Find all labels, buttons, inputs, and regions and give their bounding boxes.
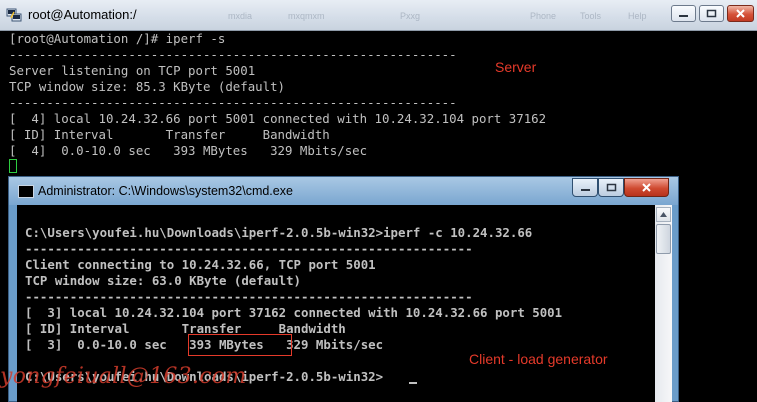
cmd-close-button[interactable] [624,178,669,197]
ghost-menu-item: Tools [580,11,602,21]
cmd-titlebar[interactable]: Administrator: C:\Windows\system32\cmd.e… [9,177,678,205]
maximize-button[interactable] [699,5,724,22]
close-button[interactable] [727,5,754,22]
putty-titlebar[interactable]: root@Automation:/ mxdia mxqmxm Pxxg Phon… [0,0,757,31]
scroll-up-button[interactable] [656,207,671,222]
cmd-minimize-button[interactable] [572,178,598,197]
terminal-cursor [9,159,17,173]
terminal-line: ----------------------------------------… [9,47,457,62]
ghost-menu-item: mxqmxm [288,11,325,21]
terminal-line: TCP window size: 85.3 KByte (default) [9,79,286,94]
console-line: ----------------------------------------… [25,289,473,304]
ghost-menu-item: mxdia [228,11,253,21]
terminal-line: [ ID] Interval Transfer Bandwidth [9,127,330,142]
console-line: C:\Users\youfei.hu\Downloads\iperf-2.0.5… [25,225,533,240]
ghost-menu-item: Pxxg [400,11,421,21]
maximize-icon [606,183,616,192]
scroll-thumb[interactable] [656,224,671,254]
cmd-icon [18,185,34,198]
close-icon [642,183,651,192]
ghost-menu-item: Phone [530,11,557,21]
terminal-line: [root@Automation /]# iperf -s [9,31,226,46]
cmd-scrollbar[interactable] [655,205,672,402]
console-line: [ 3] local 10.24.32.104 port 37162 conne… [25,305,563,320]
window-title: root@Automation:/ [28,7,137,22]
watermark: yongfeiuall@163.com [0,364,247,389]
close-icon [736,9,745,18]
minimize-icon [580,189,590,191]
terminal-line: [ 4] 0.0-10.0 sec 393 MBytes 329 Mbits/s… [9,143,368,158]
chevron-up-icon [660,212,667,217]
console-cursor [409,382,417,384]
minimize-button[interactable] [671,5,696,22]
ghost-menu-item: Help [628,11,647,21]
minimize-icon [679,15,688,17]
cmd-window-title: Administrator: C:\Windows\system32\cmd.e… [38,184,293,198]
console-line: TCP window size: 63.0 KByte (default) [25,273,302,288]
console-line: [ ID] Interval Transfer Bandwidth [25,321,346,336]
terminal-line: Server listening on TCP port 5001 [9,63,256,78]
console-line: Client connecting to 10.24.32.66, TCP po… [25,257,376,272]
terminal-line: ----------------------------------------… [9,95,457,110]
transfer-highlight-box [188,334,292,356]
putty-icon [6,8,22,22]
maximize-icon [706,9,717,18]
console-line: ----------------------------------------… [25,241,473,256]
terminal-line: [ 4] local 10.24.32.66 port 5001 connect… [9,111,547,126]
server-annotation: Server [495,59,537,75]
cmd-maximize-button[interactable] [598,178,624,197]
client-annotation: Client - load generator [469,351,608,367]
